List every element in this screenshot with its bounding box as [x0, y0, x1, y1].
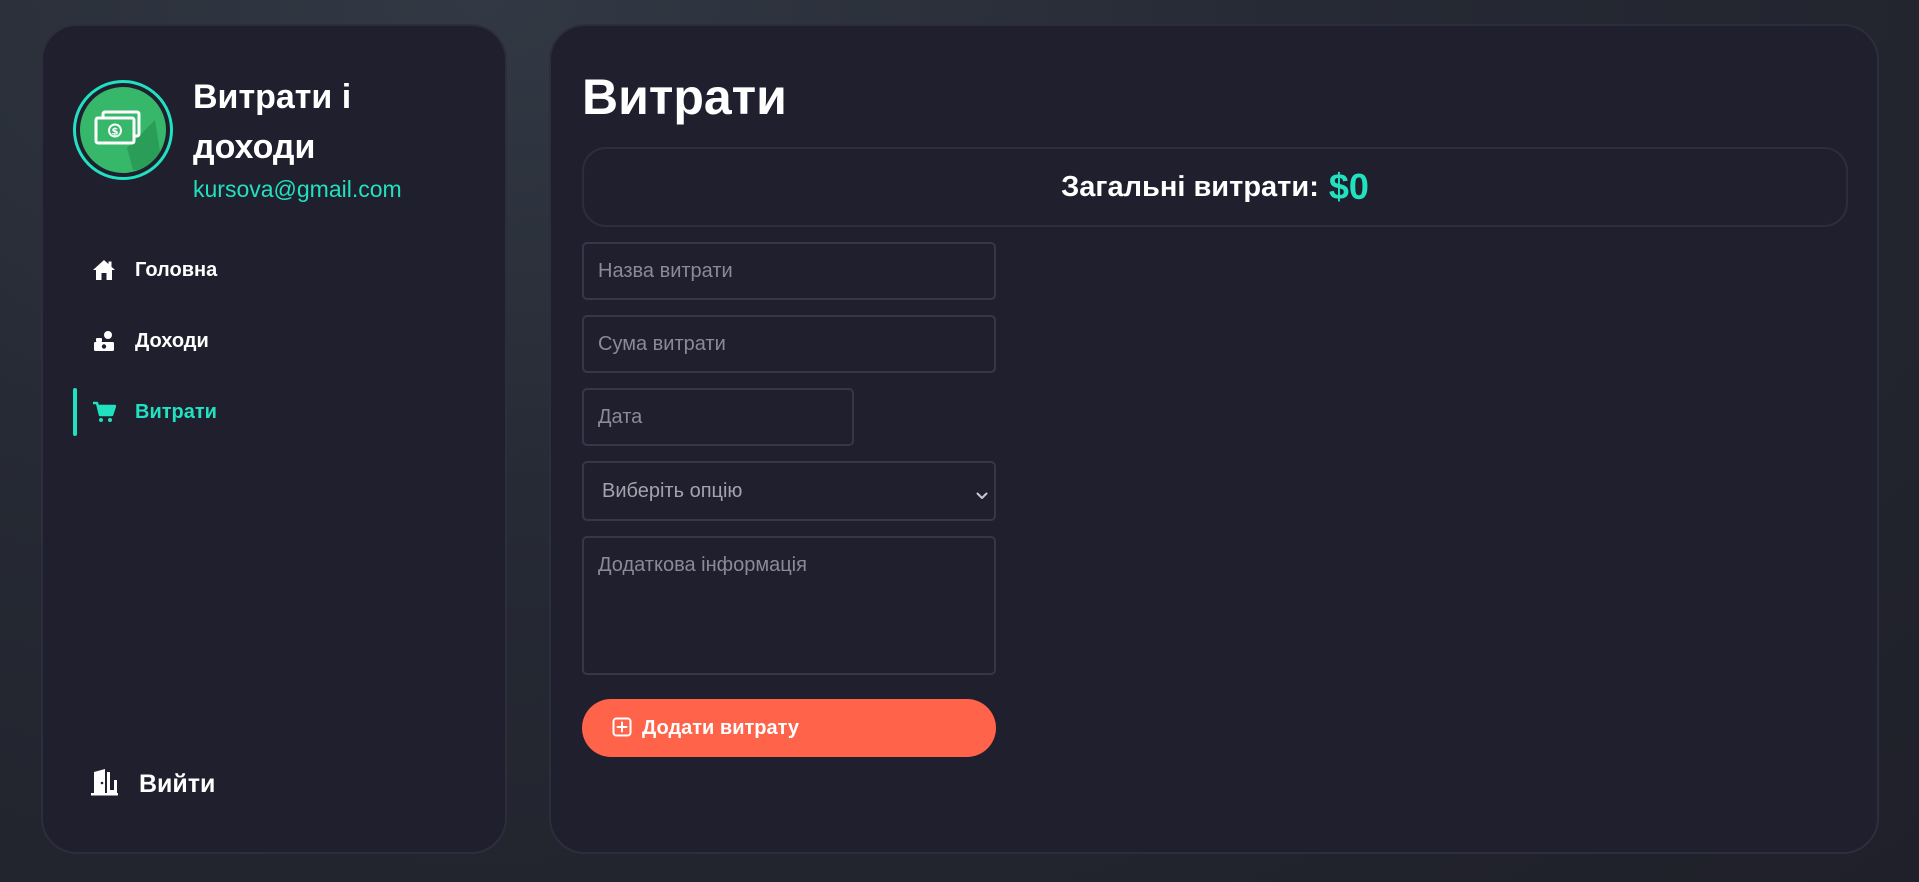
avatar: $ [73, 80, 173, 180]
sidebar: $ Витрати і доходи kursova@gmail.com Гол… [41, 24, 507, 854]
expense-name-input[interactable] [582, 242, 996, 300]
category-select-value: Виберіть опцію [602, 479, 743, 502]
chevron-down-icon [976, 483, 988, 506]
sidebar-item-expenses[interactable]: Витрати [43, 388, 505, 436]
logout-button[interactable]: Вийти [91, 768, 215, 801]
sidebar-item-label: Витрати [135, 400, 217, 423]
door-exit-icon [91, 768, 121, 801]
home-icon [91, 257, 117, 283]
plus-square-icon [612, 717, 632, 740]
additional-info-textarea[interactable] [582, 536, 996, 675]
sidebar-item-label: Доходи [135, 329, 209, 352]
profile-text: Витрати і доходи kursova@gmail.com [193, 72, 402, 203]
app-title: Витрати і доходи [193, 78, 352, 166]
expense-amount-input[interactable] [582, 315, 996, 373]
svg-text:$: $ [112, 127, 119, 138]
profile: $ Витрати і доходи kursova@gmail.com [73, 78, 402, 203]
add-expense-label: Додати витрату [642, 716, 800, 739]
sidebar-item-home[interactable]: Головна [43, 246, 505, 294]
category-select-box[interactable]: Виберіть опцію [582, 461, 996, 521]
total-expenses-value: $0 [1328, 166, 1369, 207]
sidebar-item-label: Головна [135, 258, 218, 281]
category-select[interactable]: Виберіть опцію [582, 461, 996, 521]
cart-icon [91, 399, 117, 425]
main-panel: Витрати Загальні витрати: $0 Виберіть оп… [549, 24, 1879, 854]
page-title: Витрати [582, 69, 787, 125]
total-expenses-label: Загальні витрати: [1061, 170, 1319, 203]
add-expense-button[interactable]: Додати витрату [582, 699, 996, 757]
logout-label: Вийти [139, 770, 216, 798]
sidebar-nav: Головна Доходи Витрати [43, 246, 505, 459]
money-bill-icon: $ [80, 87, 166, 173]
sidebar-item-income[interactable]: Доходи [43, 317, 505, 365]
money-bag-icon [91, 328, 117, 354]
expense-date-input[interactable] [582, 388, 854, 446]
user-email: kursova@gmail.com [193, 176, 402, 202]
total-expenses-box: Загальні витрати: $0 [582, 147, 1848, 227]
